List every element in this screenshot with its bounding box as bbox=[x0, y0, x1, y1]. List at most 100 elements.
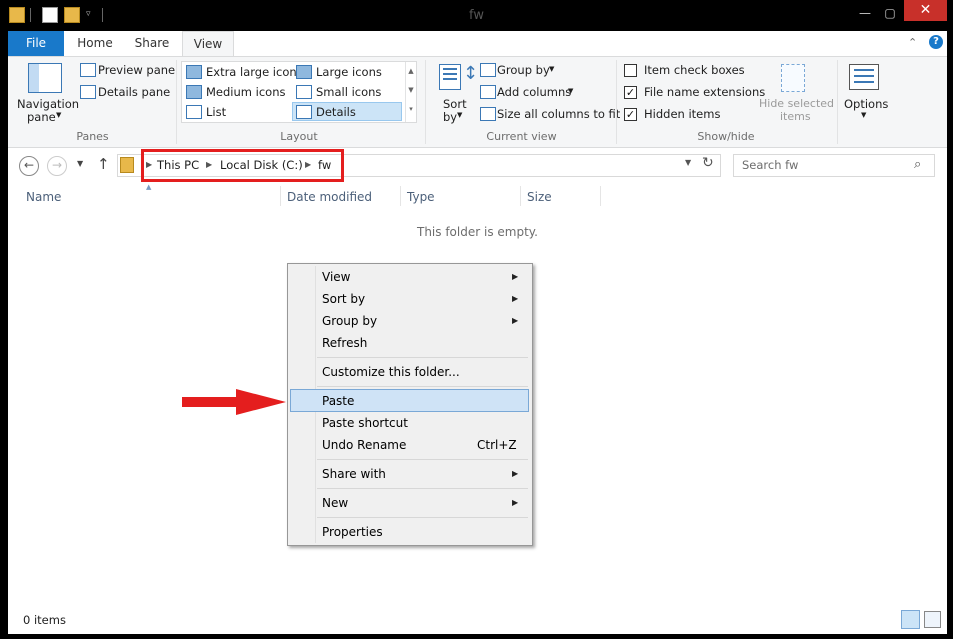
item-check-boxes-checkbox[interactable] bbox=[624, 64, 637, 77]
dropdown-icon: ▼ bbox=[56, 111, 62, 119]
details-pane-icon bbox=[80, 85, 96, 99]
divider[interactable] bbox=[520, 186, 521, 206]
tab-share[interactable]: Share bbox=[128, 31, 176, 56]
details-pane-button[interactable]: Details pane bbox=[98, 85, 170, 99]
submenu-arrow-icon: ▶ bbox=[512, 294, 519, 303]
dropdown-icon: ▼ bbox=[861, 111, 867, 119]
empty-folder-message: This folder is empty. bbox=[417, 225, 538, 239]
back-button[interactable]: ← bbox=[19, 156, 39, 176]
current-view-group-label: Current view bbox=[486, 130, 557, 143]
collapse-ribbon-icon[interactable]: ⌃ bbox=[908, 36, 917, 49]
large-icons-icon bbox=[296, 65, 312, 79]
sort-by-label: by bbox=[443, 110, 458, 124]
extra-large-icons-option[interactable]: Extra large icons bbox=[206, 65, 303, 79]
sort-arrow-icon: ↕ bbox=[463, 63, 479, 84]
search-icon[interactable]: ⌕ bbox=[914, 157, 921, 172]
menu-item-refresh[interactable]: Refresh bbox=[322, 332, 367, 354]
options-icon bbox=[849, 64, 879, 90]
menu-item-new[interactable]: New bbox=[322, 492, 348, 514]
list-icon bbox=[186, 105, 202, 119]
panes-group-label: Panes bbox=[76, 130, 109, 143]
divider[interactable] bbox=[280, 186, 281, 206]
tab-view[interactable]: View bbox=[182, 31, 234, 57]
file-name-extensions-checkbox[interactable]: ✓ bbox=[624, 86, 637, 99]
extra-large-icons-icon bbox=[186, 65, 202, 79]
large-icons-option[interactable]: Large icons bbox=[316, 65, 382, 79]
hidden-items-label: Hidden items bbox=[644, 107, 721, 121]
navigation-pane-label: pane bbox=[27, 110, 56, 124]
column-header-type[interactable]: Type bbox=[407, 190, 435, 204]
address-dropdown-icon[interactable]: ▼ bbox=[685, 158, 691, 167]
minimize-button[interactable]: — bbox=[853, 6, 877, 20]
annotation-arrow-icon bbox=[182, 389, 286, 415]
navigation-pane-button[interactable]: Navigation bbox=[17, 97, 79, 111]
menu-shortcut-undo: Ctrl+Z bbox=[477, 438, 517, 452]
preview-pane-icon bbox=[80, 63, 96, 77]
add-columns-button[interactable]: Add columns bbox=[497, 85, 571, 99]
status-bar bbox=[8, 606, 947, 634]
up-button[interactable]: ↑ bbox=[97, 155, 110, 173]
submenu-arrow-icon: ▶ bbox=[512, 272, 519, 281]
item-check-boxes-label: Item check boxes bbox=[644, 63, 745, 77]
medium-icons-icon bbox=[186, 85, 202, 99]
sort-by-icon bbox=[439, 64, 461, 90]
column-header-size[interactable]: Size bbox=[527, 190, 552, 204]
submenu-arrow-icon: ▶ bbox=[512, 498, 519, 507]
submenu-arrow-icon: ▶ bbox=[512, 316, 519, 325]
menu-item-undo-rename[interactable]: Undo Rename bbox=[322, 434, 406, 456]
divider bbox=[317, 517, 528, 518]
hidden-items-checkbox[interactable]: ✓ bbox=[624, 108, 637, 121]
submenu-arrow-icon: ▶ bbox=[512, 469, 519, 478]
small-icons-option[interactable]: Small icons bbox=[316, 85, 381, 99]
menu-item-properties[interactable]: Properties bbox=[322, 521, 383, 543]
options-button[interactable]: Options bbox=[844, 97, 888, 111]
divider bbox=[176, 60, 177, 144]
annotation-highlight-box bbox=[141, 149, 344, 182]
tab-home[interactable]: Home bbox=[70, 31, 120, 56]
large-icons-view-icon[interactable] bbox=[924, 611, 941, 628]
recent-locations-icon[interactable]: ▼ bbox=[77, 159, 83, 168]
hide-selected-icon bbox=[781, 64, 805, 92]
folder-icon bbox=[120, 157, 134, 173]
details-option[interactable]: Details bbox=[316, 105, 356, 119]
divider bbox=[616, 60, 617, 144]
menu-item-share-with[interactable]: Share with bbox=[322, 463, 386, 485]
medium-icons-option[interactable]: Medium icons bbox=[206, 85, 285, 99]
help-icon[interactable]: ? bbox=[929, 35, 943, 49]
refresh-icon[interactable]: ↻ bbox=[702, 155, 714, 171]
details-icon bbox=[296, 105, 312, 119]
dropdown-icon: ▼ bbox=[457, 111, 463, 119]
divider bbox=[317, 357, 528, 358]
divider bbox=[837, 60, 838, 144]
menu-item-group-by[interactable]: Group by bbox=[322, 310, 377, 332]
menu-item-paste-shortcut[interactable]: Paste shortcut bbox=[322, 412, 408, 434]
divider bbox=[317, 459, 528, 460]
layout-group-label: Layout bbox=[280, 130, 318, 143]
preview-pane-button[interactable]: Preview pane bbox=[98, 63, 175, 77]
divider[interactable] bbox=[400, 186, 401, 206]
list-option[interactable]: List bbox=[206, 105, 226, 119]
menu-item-customize[interactable]: Customize this folder... bbox=[322, 361, 460, 383]
sort-by-button[interactable]: Sort bbox=[443, 97, 467, 111]
details-view-icon[interactable] bbox=[901, 610, 920, 629]
navigation-pane-icon bbox=[28, 63, 62, 93]
hide-selected-button[interactable]: Hide selected bbox=[759, 97, 834, 110]
maximize-button[interactable]: ▢ bbox=[878, 6, 902, 20]
forward-button[interactable]: → bbox=[47, 156, 67, 176]
column-header-name[interactable]: Name bbox=[26, 190, 61, 204]
menu-item-view[interactable]: View bbox=[322, 266, 350, 288]
group-by-button[interactable]: Group by bbox=[497, 63, 550, 77]
search-input[interactable]: Search fw bbox=[742, 158, 798, 172]
sort-indicator-icon: ▲ bbox=[146, 183, 152, 191]
column-header-date-modified[interactable]: Date modified bbox=[287, 190, 372, 204]
tab-file[interactable]: File bbox=[8, 31, 64, 56]
dropdown-icon: ▼ bbox=[549, 65, 555, 73]
layout-scroll[interactable]: ▲ ▼ ▾ bbox=[405, 62, 416, 122]
divider[interactable] bbox=[600, 186, 601, 206]
menu-item-sort-by[interactable]: Sort by bbox=[322, 288, 365, 310]
close-button[interactable]: ✕ bbox=[904, 0, 947, 21]
add-columns-icon bbox=[480, 85, 496, 99]
menu-item-paste[interactable]: Paste bbox=[322, 390, 354, 412]
size-columns-icon bbox=[480, 107, 496, 121]
size-all-columns-button[interactable]: Size all columns to fit bbox=[497, 107, 620, 121]
